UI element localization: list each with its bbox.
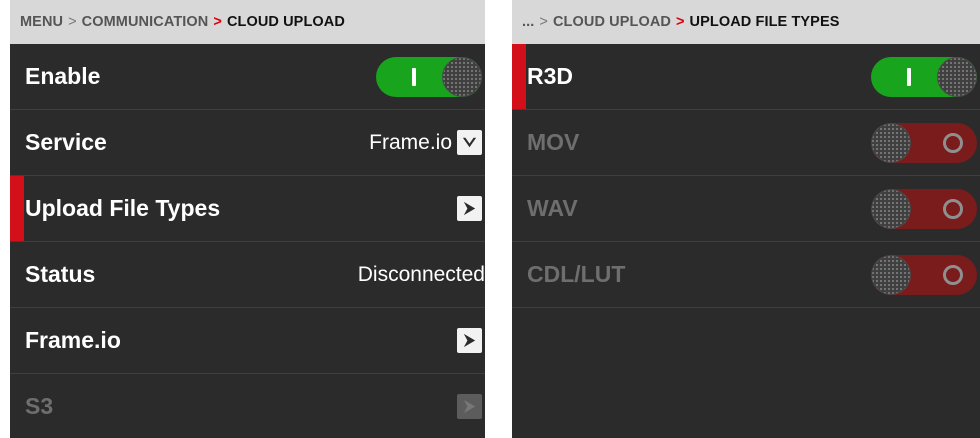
cdl-lut-toggle — [871, 254, 977, 295]
breadcrumb-separator-active: > — [675, 14, 685, 30]
wav-toggle — [871, 188, 977, 229]
breadcrumb-ellipsis[interactable]: ... — [522, 14, 534, 30]
cloud-upload-panel: MENU > COMMUNICATION > CLOUD UPLOAD Enab… — [10, 0, 485, 438]
toggle-on-mark — [412, 67, 416, 86]
row-label: Upload File Types — [25, 195, 221, 221]
row-enable[interactable]: Enable — [10, 44, 485, 110]
row-label: CDL/LUT — [527, 261, 626, 287]
service-dropdown-button[interactable] — [457, 130, 482, 155]
row-upload-file-types[interactable]: Upload File Types — [10, 176, 485, 242]
chevron-right-icon — [463, 399, 476, 414]
breadcrumb-menu[interactable]: MENU — [20, 14, 63, 30]
row-label: Enable — [25, 63, 101, 89]
toggle-knob[interactable] — [442, 56, 482, 97]
frameio-open-button[interactable] — [457, 328, 482, 353]
status-value: Disconnected — [357, 262, 485, 286]
chevron-right-icon — [463, 201, 476, 216]
toggle-off-mark — [943, 132, 963, 153]
row-label: WAV — [527, 195, 578, 221]
breadcrumb-communication[interactable]: COMMUNICATION — [82, 14, 209, 30]
row-r3d[interactable]: R3D — [512, 44, 980, 110]
row-label: Status — [25, 261, 96, 287]
toggle-off-mark — [943, 198, 963, 219]
breadcrumb-separator: > — [539, 14, 548, 30]
mov-toggle — [871, 122, 977, 163]
toggle-knob — [871, 122, 911, 163]
toggle-off-mark — [943, 264, 963, 285]
row-label: Service — [25, 129, 107, 155]
row-frameio[interactable]: Frame.io — [10, 308, 485, 374]
breadcrumb-cloud-upload[interactable]: CLOUD UPLOAD — [553, 14, 671, 30]
upload-file-types-open-button[interactable] — [457, 196, 482, 221]
selection-indicator — [512, 44, 526, 109]
breadcrumb-separator-active: > — [213, 14, 222, 30]
selection-indicator — [10, 176, 24, 241]
row-wav: WAV — [512, 176, 980, 242]
toggle-knob — [871, 254, 911, 295]
chevron-right-icon — [463, 333, 476, 348]
toggle-knob — [871, 188, 911, 229]
breadcrumb: ... > CLOUD UPLOAD > UPLOAD FILE TYPES — [512, 0, 980, 44]
service-value: Frame.io — [369, 130, 452, 154]
breadcrumb-current: UPLOAD FILE TYPES — [689, 14, 840, 30]
chevron-down-icon — [462, 137, 477, 148]
s3-open-button — [457, 394, 482, 419]
row-label: R3D — [527, 63, 574, 89]
toggle-on-mark — [907, 67, 911, 86]
row-label: MOV — [527, 129, 580, 155]
row-status: Status Disconnected — [10, 242, 485, 308]
breadcrumb: MENU > COMMUNICATION > CLOUD UPLOAD — [10, 0, 485, 44]
row-label: Frame.io — [25, 327, 121, 353]
row-s3: S3 — [10, 374, 485, 438]
row-service[interactable]: Service Frame.io — [10, 110, 485, 176]
row-mov: MOV — [512, 110, 980, 176]
row-label: S3 — [25, 393, 54, 419]
r3d-toggle[interactable] — [871, 56, 977, 97]
breadcrumb-separator: > — [68, 14, 77, 30]
breadcrumb-current: CLOUD UPLOAD — [226, 14, 345, 30]
upload-file-types-panel: ... > CLOUD UPLOAD > UPLOAD FILE TYPES R… — [512, 0, 980, 438]
enable-toggle[interactable] — [376, 56, 482, 97]
toggle-knob[interactable] — [937, 56, 977, 97]
row-cdl-lut: CDL/LUT — [512, 242, 980, 308]
